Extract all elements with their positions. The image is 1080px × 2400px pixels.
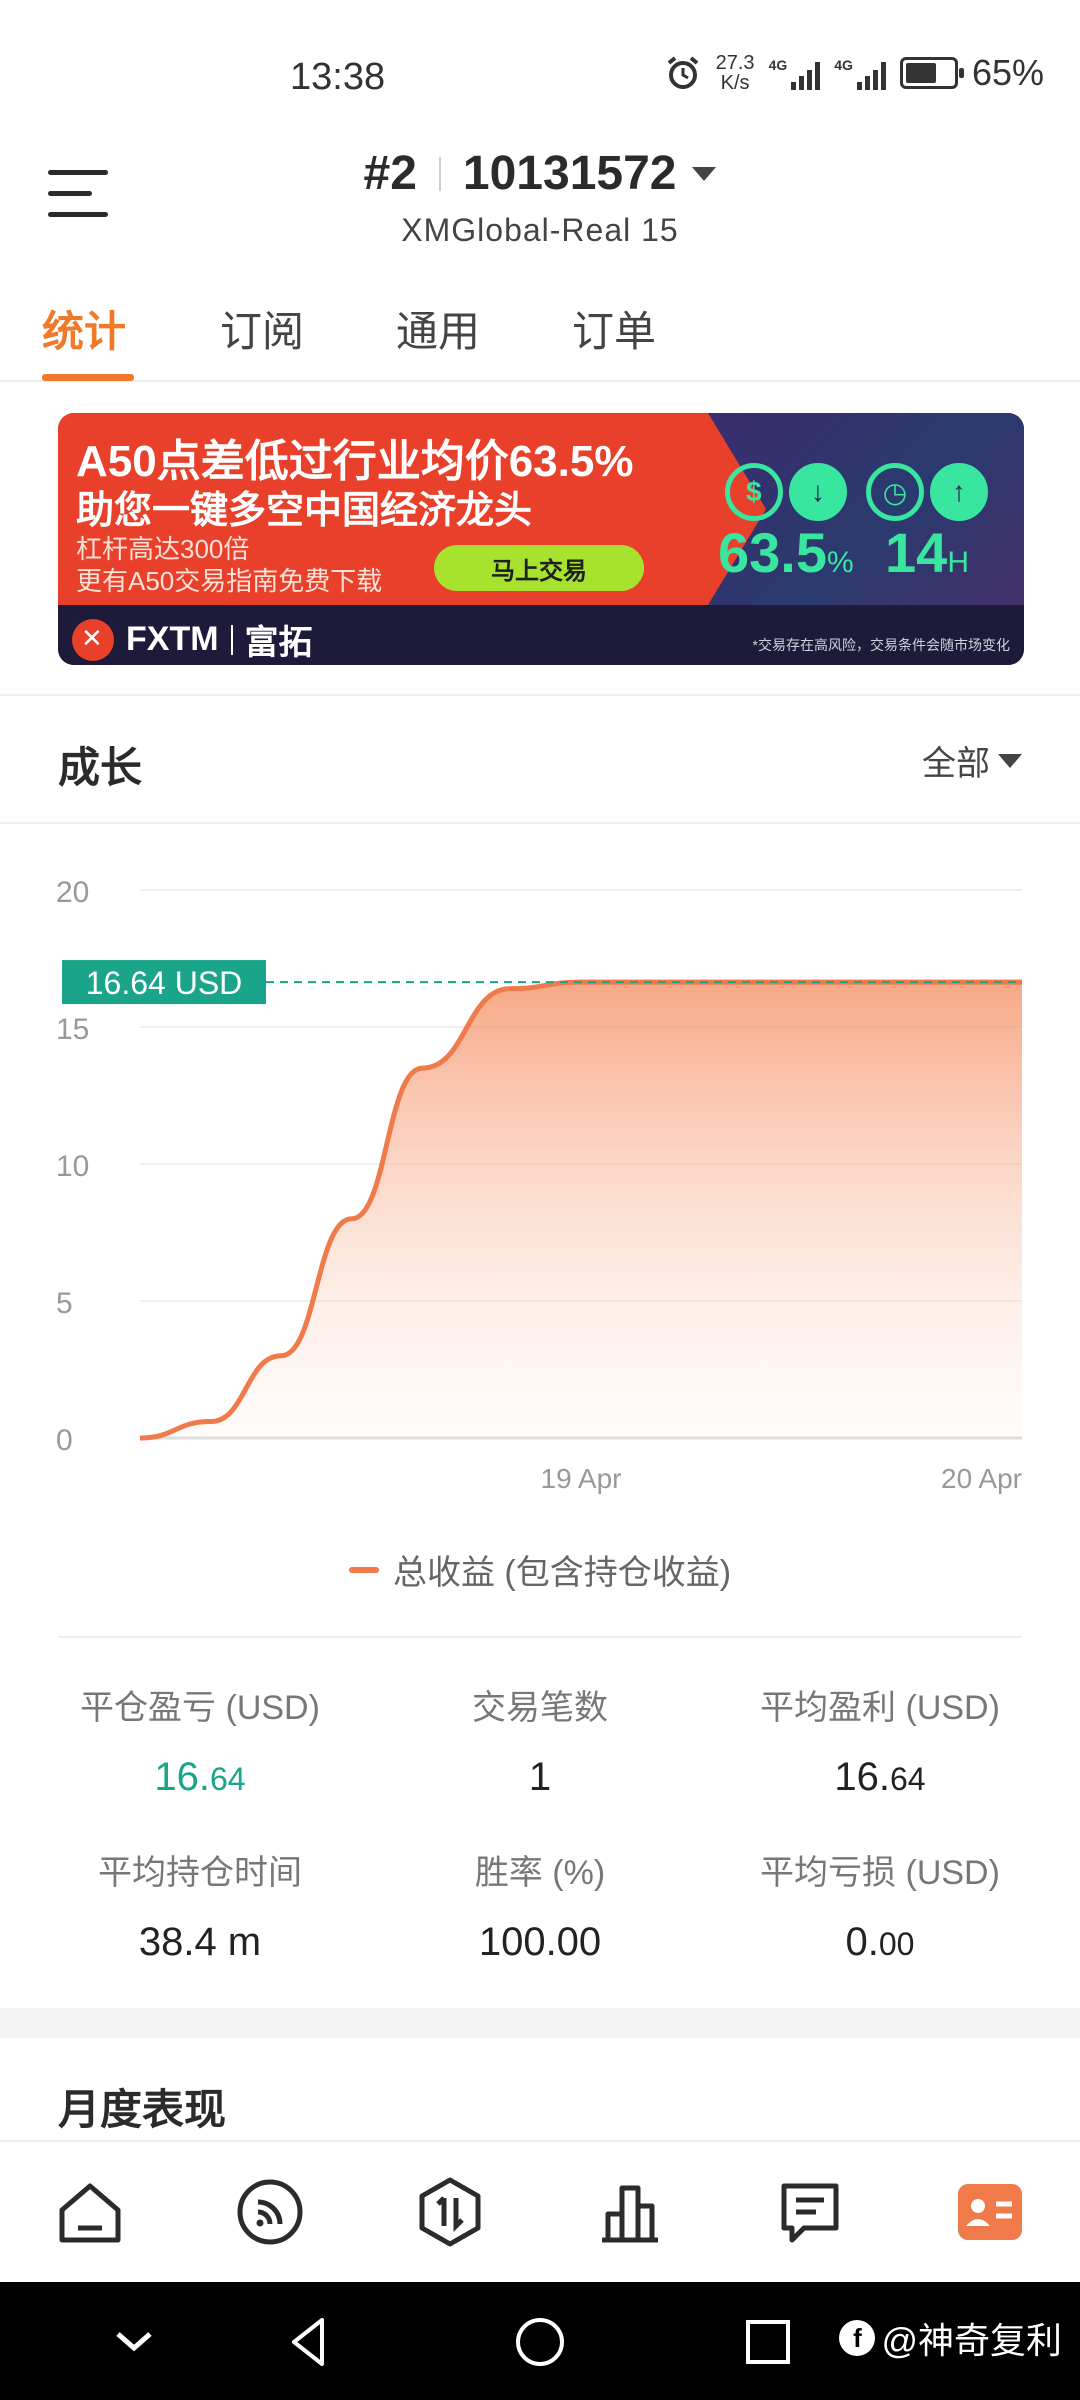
chevron-down-icon xyxy=(998,753,1022,768)
ad-banner[interactable]: A50点差低过行业均价63.5% 助您一键多空中国经济龙头 杠杆高达300倍 更… xyxy=(58,413,1024,665)
growth-chart[interactable]: 0 5 10 15 20 16.64 USD 19 Apr 20 Apr xyxy=(0,840,1080,1540)
stat-closed-pnl: 平仓盈亏 (USD) 16.64 xyxy=(80,1689,320,1799)
arrow-up-icon: ↑ xyxy=(930,463,988,521)
signal-icon-2: 4G xyxy=(834,56,886,90)
system-nav-bar: f @神奇复利 xyxy=(0,2282,1080,2400)
back-icon[interactable] xyxy=(280,2312,340,2372)
y-tick-label: 0 xyxy=(56,1424,73,1457)
divider xyxy=(438,156,441,191)
nav-signal-feed-icon[interactable] xyxy=(230,2172,310,2252)
stat-win-rate: 胜率 (%) 100.00 xyxy=(474,1854,606,1964)
active-tab-indicator xyxy=(42,374,134,381)
chevron-down-icon[interactable] xyxy=(104,2312,164,2372)
range-filter-dropdown[interactable]: 全部 xyxy=(922,736,1022,785)
battery-percent: 65% xyxy=(971,52,1044,93)
x-tick-label: 19 Apr xyxy=(541,1463,622,1494)
account-index: #2 xyxy=(363,147,417,200)
tab-general[interactable]: 通用 xyxy=(396,298,480,359)
nav-profile-card-icon[interactable] xyxy=(950,2172,1030,2252)
account-header: #2 10131572 XMGlobal-Real 15 xyxy=(0,140,1080,260)
chart-legend: 总收益 (包含持仓收益) xyxy=(0,1545,1080,1594)
clock-icon: ◷ xyxy=(866,463,924,521)
tab-statistics[interactable]: 统计 xyxy=(42,298,126,359)
legend-swatch xyxy=(348,1566,379,1573)
brand-mark-icon xyxy=(72,618,114,661)
banner-metric-spread: $ ↓ 63.5% xyxy=(718,463,854,581)
divider xyxy=(58,1636,1022,1638)
y-tick-label: 20 xyxy=(56,876,89,909)
recents-icon[interactable] xyxy=(738,2312,798,2372)
brand-logo: FXTM 富拓 xyxy=(72,615,313,664)
dollar-icon: $ xyxy=(724,463,783,521)
monthly-title: 月度表现 xyxy=(58,2086,227,2133)
divider xyxy=(0,694,1080,696)
facebook-icon: f xyxy=(839,2320,876,2356)
alarm-icon xyxy=(667,56,698,89)
status-time: 13:38 xyxy=(290,56,386,98)
nav-chart-bar-icon[interactable] xyxy=(590,2172,670,2252)
status-bar: 13:38 27.3 K/s 4G 4G 65% xyxy=(0,0,1080,130)
x-tick-label: 20 Apr xyxy=(941,1463,1022,1494)
stat-avg-hold-time: 平均持仓时间 38.4 m xyxy=(98,1854,302,1964)
battery-icon xyxy=(899,57,964,89)
nav-trade-icon[interactable] xyxy=(410,2172,490,2252)
banner-cta-button[interactable]: 马上交易 xyxy=(434,545,644,591)
stat-avg-loss: 平均亏损 (USD) 0.00 xyxy=(760,1854,1000,1964)
tab-subscribe[interactable]: 订阅 xyxy=(220,298,304,359)
growth-title: 成长 xyxy=(58,744,143,791)
stat-avg-profit: 平均盈利 (USD) 16.64 xyxy=(760,1689,1000,1799)
legend-label: 总收益 (包含持仓收益) xyxy=(392,1554,732,1592)
signal-icon-1: 4G xyxy=(769,56,821,90)
watermark: f @神奇复利 xyxy=(839,2312,1062,2364)
server-name: XMGlobal-Real 15 xyxy=(401,212,679,248)
chevron-down-icon xyxy=(692,166,717,181)
stat-trade-count: 交易笔数 1 xyxy=(472,1689,608,1799)
banner-disclaimer: *交易存在高风险，交易条件会随市场变化 xyxy=(752,637,1010,653)
net-speed: 27.3 K/s xyxy=(715,52,755,94)
bottom-nav xyxy=(0,2140,1080,2280)
y-tick-label: 5 xyxy=(56,1287,73,1320)
y-tick-label: 10 xyxy=(56,1150,89,1183)
nav-home-icon[interactable] xyxy=(50,2172,130,2252)
arrow-down-icon: ↓ xyxy=(788,463,847,521)
growth-chart-svg: 0 5 10 15 20 16.64 USD 19 Apr 20 Apr xyxy=(56,876,1022,1494)
tab-bar: 统计 订阅 通用 订单 xyxy=(0,290,1080,382)
tab-orders[interactable]: 订单 xyxy=(572,298,656,359)
section-gap xyxy=(0,2008,1080,2038)
current-value-label: 16.64 USD xyxy=(86,965,243,1001)
banner-metric-hours: ◷ ↑ 14H xyxy=(866,463,988,581)
account-number: 10131572 xyxy=(462,147,677,200)
series-area xyxy=(140,982,1022,1438)
banner-subheadline: 助您一键多空中国经济龙头 xyxy=(76,490,533,532)
banner-line-2: 更有A50交易指南免费下载 xyxy=(76,566,383,596)
home-circle-icon[interactable] xyxy=(510,2312,570,2372)
status-icons: 27.3 K/s 4G 4G 65% xyxy=(664,52,1044,94)
divider xyxy=(0,822,1080,824)
account-selector[interactable]: #2 10131572 xyxy=(0,146,1080,201)
nav-message-icon[interactable] xyxy=(770,2172,850,2252)
y-tick-label: 15 xyxy=(56,1013,89,1046)
